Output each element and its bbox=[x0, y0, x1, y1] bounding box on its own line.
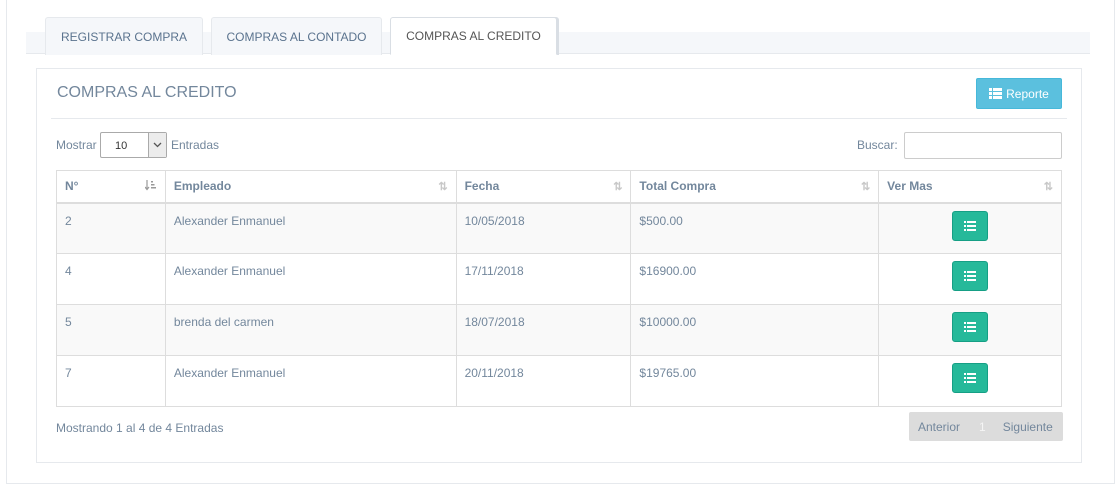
list-icon bbox=[964, 373, 977, 383]
tab-label: COMPRAS AL CREDITO bbox=[406, 29, 541, 43]
cell-empleado: Alexander Enmanuel bbox=[164, 253, 457, 305]
pagination-next[interactable]: Siguiente bbox=[1003, 420, 1053, 434]
cell-number: 2 bbox=[56, 202, 166, 254]
pagination-page[interactable]: 1 bbox=[979, 420, 986, 434]
ver-mas-button[interactable] bbox=[952, 210, 989, 241]
table-row: 7 Alexander Enmanuel 20/11/2018 $19765.0… bbox=[56, 355, 1062, 407]
pagination-prev[interactable]: Anterior bbox=[918, 420, 960, 434]
tab-registrar-compra[interactable]: REGISTRAR COMPRA bbox=[45, 17, 203, 55]
ver-mas-button[interactable] bbox=[952, 312, 989, 342]
table-info: Mostrando 1 al 4 de 4 Entradas bbox=[56, 421, 224, 435]
cell-ver-mas bbox=[878, 202, 1062, 254]
report-button-label: Reporte bbox=[1006, 86, 1049, 101]
page-length-select[interactable]: 10 bbox=[100, 132, 167, 158]
cell-fecha: 20/11/2018 bbox=[455, 355, 632, 407]
cell-fecha: 18/07/2018 bbox=[455, 304, 632, 356]
cell-empleado: brenda del carmen bbox=[164, 304, 457, 356]
ver-mas-button[interactable] bbox=[952, 363, 989, 393]
column-header-ver-mas[interactable]: Ver Mas ⇅ bbox=[878, 170, 1062, 204]
cell-fecha: 17/11/2018 bbox=[455, 253, 632, 305]
table-row: 2 Alexander Enmanuel 10/05/2018 $500.00 bbox=[56, 202, 1062, 254]
cell-fecha: 10/05/2018 bbox=[455, 202, 632, 254]
cell-ver-mas bbox=[878, 304, 1062, 356]
sort-icon: ⇅ bbox=[1043, 181, 1053, 193]
show-label: Mostrar bbox=[56, 138, 97, 152]
table-row: 5 brenda del carmen 18/07/2018 $10000.00 bbox=[56, 304, 1062, 356]
cell-number: 4 bbox=[56, 253, 166, 305]
cell-number: 5 bbox=[56, 304, 166, 356]
panel-divider bbox=[51, 118, 1067, 119]
column-header-number[interactable]: N° bbox=[56, 170, 166, 204]
pagination: Anterior 1 Siguiente bbox=[909, 412, 1063, 441]
panel-title: COMPRAS AL CREDITO bbox=[57, 84, 237, 101]
cell-ver-mas bbox=[878, 355, 1062, 407]
list-icon bbox=[964, 271, 977, 281]
report-button[interactable]: Reporte bbox=[976, 78, 1062, 109]
column-header-fecha[interactable]: Fecha ⇅ bbox=[455, 170, 632, 204]
search-label: Buscar: bbox=[857, 138, 898, 152]
page-length-value: 10 bbox=[115, 140, 128, 152]
tab-label: REGISTRAR COMPRA bbox=[60, 29, 187, 44]
cell-empleado: Alexander Enmanuel bbox=[164, 202, 457, 254]
cell-total: $10000.00 bbox=[630, 304, 880, 356]
sort-icon: ⇅ bbox=[860, 181, 871, 193]
cell-number: 7 bbox=[56, 355, 166, 407]
search-input[interactable] bbox=[904, 132, 1062, 159]
cell-total: $19765.00 bbox=[630, 355, 880, 407]
list-icon bbox=[989, 88, 1003, 99]
list-icon bbox=[964, 220, 977, 231]
credit-purchases-panel: COMPRAS AL CREDITO Reporte Mostrar 10 En… bbox=[36, 68, 1082, 463]
tab-compras-al-contado[interactable]: COMPRAS AL CONTADO bbox=[211, 17, 382, 55]
cell-total: $500.00 bbox=[630, 202, 880, 254]
column-header-empleado[interactable]: Empleado ⇅ bbox=[164, 170, 457, 204]
list-icon bbox=[964, 322, 977, 332]
tab-label: COMPRAS AL CONTADO bbox=[226, 29, 367, 44]
entries-label: Entradas bbox=[171, 138, 220, 152]
purchases-table: N° Empleado ⇅ Fecha ⇅ Total Compra ⇅ Ver… bbox=[56, 170, 1062, 407]
cell-empleado: Alexander Enmanuel bbox=[164, 355, 457, 407]
sort-icon: ⇅ bbox=[613, 181, 623, 193]
sort-icon: ⇅ bbox=[438, 181, 448, 193]
cell-ver-mas bbox=[878, 253, 1062, 305]
sort-asc-icon bbox=[144, 180, 157, 194]
column-header-total-compra[interactable]: Total Compra ⇅ bbox=[630, 170, 880, 204]
ver-mas-button[interactable] bbox=[952, 261, 989, 291]
chevron-down-icon bbox=[148, 133, 166, 157]
table-header-row: N° Empleado ⇅ Fecha ⇅ Total Compra ⇅ Ver… bbox=[56, 170, 1062, 204]
cell-total: $16900.00 bbox=[630, 253, 880, 305]
tab-compras-al-credito[interactable]: COMPRAS AL CREDITO bbox=[390, 17, 557, 55]
table-row: 4 Alexander Enmanuel 17/11/2018 $16900.0… bbox=[56, 253, 1062, 305]
